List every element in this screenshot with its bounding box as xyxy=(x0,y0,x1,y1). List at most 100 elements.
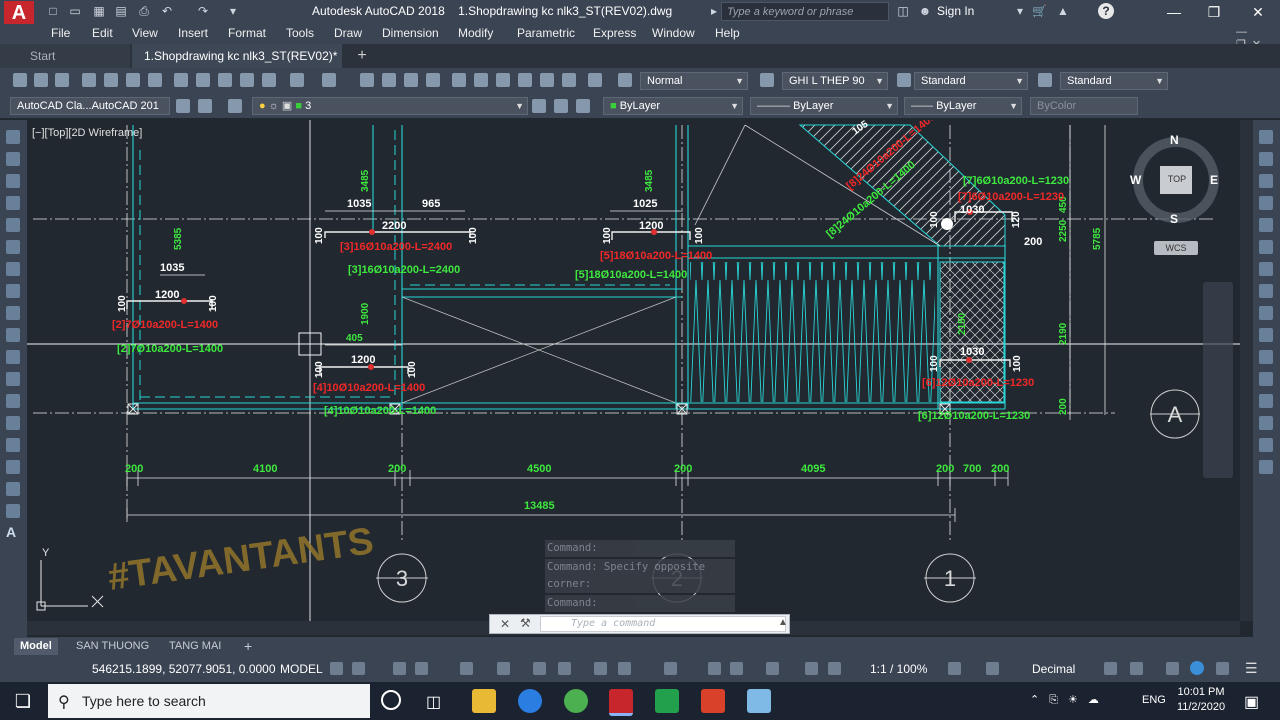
tab-drawing[interactable]: 1.Shopdrawing kc nlk3_ST(REV02)* xyxy=(132,44,342,68)
osnap-icon[interactable] xyxy=(460,662,473,675)
close-icon[interactable]: ✕ xyxy=(500,617,510,631)
recorder-icon[interactable] xyxy=(701,689,725,713)
ortho-icon[interactable] xyxy=(393,662,406,675)
isolate-objects-icon[interactable] xyxy=(1166,662,1179,675)
grid-icon[interactable] xyxy=(330,662,343,675)
hardware-acceleration-icon[interactable] xyxy=(1190,661,1204,675)
units-select[interactable]: Decimal xyxy=(1032,662,1075,676)
zoom-window-icon[interactable] xyxy=(404,73,418,87)
construction-line-icon[interactable] xyxy=(6,152,20,166)
auto-scale-icon[interactable] xyxy=(805,662,818,675)
add-layout-button[interactable]: + xyxy=(238,638,258,655)
menu-parametric[interactable]: Parametric xyxy=(517,26,575,40)
viewport-controls[interactable]: [−][Top][2D Wireframe] xyxy=(32,127,142,139)
arc-icon[interactable] xyxy=(6,240,20,254)
chevron-right-icon[interactable]: ▸ xyxy=(711,4,717,18)
lock-ui-icon[interactable] xyxy=(1130,662,1143,675)
viewcube-top-face[interactable]: TOP xyxy=(1163,174,1191,184)
language-indicator[interactable]: ENG xyxy=(1142,694,1166,706)
menu-edit[interactable]: Edit xyxy=(92,26,113,40)
save-as-icon[interactable]: ▤ xyxy=(114,4,128,18)
workspace-switch-icon[interactable] xyxy=(198,99,212,113)
tool-palettes-icon[interactable] xyxy=(496,73,510,87)
3d-print-icon[interactable] xyxy=(148,73,162,87)
text-style-select[interactable]: Normal ▼ xyxy=(640,72,748,90)
gear-icon[interactable] xyxy=(176,99,190,113)
gear-icon[interactable] xyxy=(948,662,961,675)
menu-tools[interactable]: Tools xyxy=(286,26,314,40)
polyline-icon[interactable] xyxy=(6,174,20,188)
binoculars-icon[interactable]: ◫ xyxy=(896,4,910,18)
customize-qat-icon[interactable]: ▾ xyxy=(226,4,240,18)
help-button[interactable]: ? xyxy=(1098,3,1114,19)
file-explorer-icon[interactable] xyxy=(472,689,496,713)
cart-icon[interactable]: 🛒 xyxy=(1032,4,1047,18)
navigation-bar[interactable] xyxy=(1203,282,1233,478)
zoom-previous-icon[interactable] xyxy=(426,73,440,87)
linetype-select[interactable]: ——— ByLayer ▼ xyxy=(750,97,898,115)
quick-properties-icon[interactable] xyxy=(1104,662,1117,675)
notes-icon[interactable] xyxy=(747,689,771,713)
plot-icon[interactable] xyxy=(82,73,96,87)
clean-screen-icon[interactable] xyxy=(1216,662,1229,675)
quickcalc-icon[interactable] xyxy=(562,73,576,87)
preview-icon[interactable] xyxy=(104,73,118,87)
minimize-button[interactable]: — xyxy=(1160,2,1188,22)
command-input[interactable]: Type a command xyxy=(540,616,786,632)
menu-help[interactable]: Help xyxy=(715,26,740,40)
transparency-icon[interactable] xyxy=(558,662,571,675)
layout-tab-tang-mai[interactable]: TANG MAI xyxy=(163,638,227,655)
layout-tab-san-thuong[interactable]: SAN THUONG xyxy=(70,638,155,655)
viewcube-north[interactable]: N xyxy=(1170,133,1179,147)
menu-window[interactable]: Window xyxy=(652,26,695,40)
3d-osnap-icon[interactable] xyxy=(618,662,631,675)
camtasia-icon[interactable] xyxy=(655,689,679,713)
chevron-up-icon[interactable]: ▲ xyxy=(778,617,788,628)
layer-previous-icon[interactable] xyxy=(554,99,568,113)
revision-cloud-icon[interactable] xyxy=(6,284,20,298)
system-tray-icons[interactable]: ⌃⎘☀☁ xyxy=(1030,693,1109,707)
mirror-icon[interactable] xyxy=(1259,174,1273,188)
maximize-button[interactable]: ❐ xyxy=(1200,2,1228,22)
open-file-icon[interactable]: ▭ xyxy=(68,4,82,18)
extend-icon[interactable] xyxy=(1259,350,1273,364)
copy-object-icon[interactable] xyxy=(1259,152,1273,166)
customize-menu-icon[interactable]: ☰ xyxy=(1245,660,1258,677)
annotation-scale-select[interactable]: 1:1 / 100% xyxy=(870,662,927,676)
tab-start[interactable]: Start xyxy=(0,44,130,68)
undo-icon[interactable]: ↶ xyxy=(160,4,174,18)
signin-dropdown-icon[interactable]: ▾ xyxy=(1013,4,1027,18)
new-file-icon[interactable]: □ xyxy=(46,4,60,18)
layer-match-icon[interactable] xyxy=(576,99,590,113)
offset-icon[interactable] xyxy=(1259,196,1273,210)
menu-view[interactable]: View xyxy=(132,26,158,40)
gizmo-icon[interactable] xyxy=(730,662,743,675)
layer-select[interactable]: ● ☼ ▣ ■ 3 ▼ xyxy=(252,97,528,115)
table-style-icon[interactable] xyxy=(897,73,911,87)
annotation-scale-icon[interactable] xyxy=(828,662,841,675)
help-search-input[interactable]: Type a keyword or phrase xyxy=(721,2,889,21)
redo-icon[interactable] xyxy=(322,73,336,87)
new-tab-button[interactable]: + xyxy=(352,46,372,66)
viewcube-west[interactable]: W xyxy=(1130,173,1141,187)
layout-tab-model[interactable]: Model xyxy=(14,638,58,655)
layer-properties-icon[interactable] xyxy=(228,99,242,113)
publish-icon[interactable] xyxy=(126,73,140,87)
help-icon[interactable] xyxy=(588,73,602,87)
plus-icon[interactable] xyxy=(986,662,999,675)
qnew-icon[interactable] xyxy=(13,73,27,87)
make-block-icon[interactable] xyxy=(6,394,20,408)
menu-modify[interactable]: Modify xyxy=(458,26,493,40)
save-icon[interactable]: ▦ xyxy=(92,4,106,18)
coordinates-readout[interactable]: 546215.1899, 52077.9051, 0.0000 xyxy=(92,662,276,676)
copy-icon[interactable] xyxy=(196,73,210,87)
selection-cycling-icon[interactable] xyxy=(594,662,607,675)
hatch-icon[interactable] xyxy=(6,438,20,452)
zalo-icon[interactable] xyxy=(518,689,542,713)
rectangle-icon[interactable] xyxy=(6,218,20,232)
ellipse-arc-icon[interactable] xyxy=(6,350,20,364)
explode-icon[interactable] xyxy=(1259,460,1273,474)
cut-icon[interactable] xyxy=(174,73,188,87)
break-icon[interactable] xyxy=(1259,372,1273,386)
undo-icon[interactable] xyxy=(290,73,304,87)
